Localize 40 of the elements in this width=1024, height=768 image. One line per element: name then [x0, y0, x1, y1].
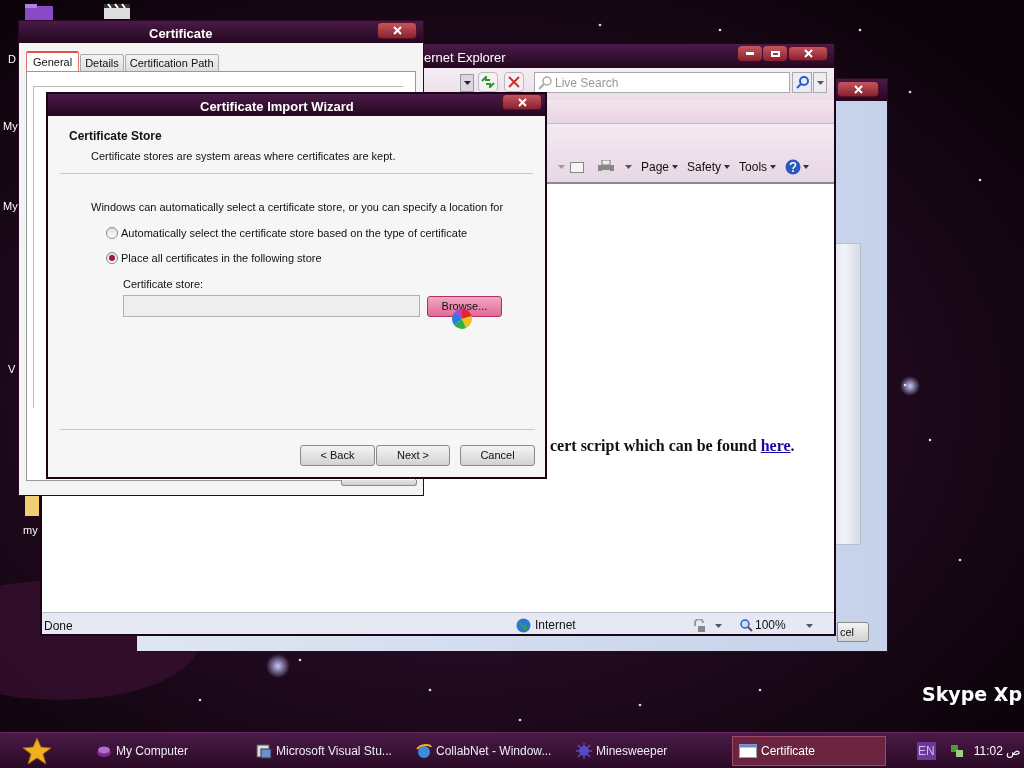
- desktop-icon-label: My: [3, 121, 18, 132]
- zoom-level: 100%: [755, 617, 786, 634]
- menu-button[interactable]: Page: [641, 158, 679, 176]
- here-link[interactable]: here: [760, 437, 791, 454]
- page-heading: Certificate Store: [69, 128, 163, 145]
- zone-text: Internet: [535, 617, 576, 634]
- brand-text: Skype Xp: [922, 682, 1023, 707]
- taskbar-button[interactable]: Certificate: [732, 735, 886, 766]
- menu-button[interactable]: Tools: [739, 158, 777, 176]
- desktop-icon-label: my: [23, 525, 38, 536]
- menu-button[interactable]: Safety: [687, 158, 731, 176]
- dialog-button[interactable]: Next >: [376, 445, 450, 466]
- desktop-icon-label: D: [8, 54, 16, 65]
- tab[interactable]: General: [26, 51, 80, 72]
- page-description: Certificate stores are system areas where certificates are kept.: [90, 149, 397, 164]
- window-title: Certificate Import Wizard: [200, 98, 354, 116]
- dialog-button[interactable]: Cancel: [460, 445, 535, 466]
- window-title: Certificate: [149, 25, 213, 43]
- clock: 11:02 ص: [973, 742, 1022, 760]
- desktop-icon-label: My: [3, 201, 18, 212]
- taskbar-button[interactable]: Microsoft Visual Stu...: [250, 735, 405, 766]
- taskbar-button[interactable]: My Computer: [90, 735, 245, 766]
- language-indicator: EN: [917, 741, 936, 760]
- status-text: Done: [44, 618, 73, 635]
- window-title: ernet Explorer: [424, 49, 506, 67]
- dialog-button[interactable]: < Back: [300, 445, 375, 466]
- search-field[interactable]: Live Search: [534, 72, 790, 93]
- desktop-icon-label: V: [8, 364, 16, 375]
- taskbar-button[interactable]: CollabNet - Window...: [410, 735, 565, 766]
- partial-button[interactable]: cel: [837, 622, 869, 642]
- page-paragraph: cert script which can be found here.: [550, 436, 795, 457]
- browse-button[interactable]: Browse...: [427, 295, 502, 317]
- tab[interactable]: Details: [80, 54, 124, 72]
- tab[interactable]: Certification Path: [124, 54, 219, 72]
- radio-option[interactable]: Automatically select the certificate store based on the type of certificate: [106, 224, 545, 241]
- radio-option[interactable]: Place all certificates in the following store: [106, 250, 545, 267]
- instruction-text: Windows can automatically select a certificate store, or you can specify a location for: [91, 200, 505, 215]
- taskbar-button[interactable]: Minesweeper: [570, 735, 725, 766]
- search-input[interactable]: Live Search: [555, 73, 775, 92]
- field-label: Certificate store:: [123, 276, 205, 292]
